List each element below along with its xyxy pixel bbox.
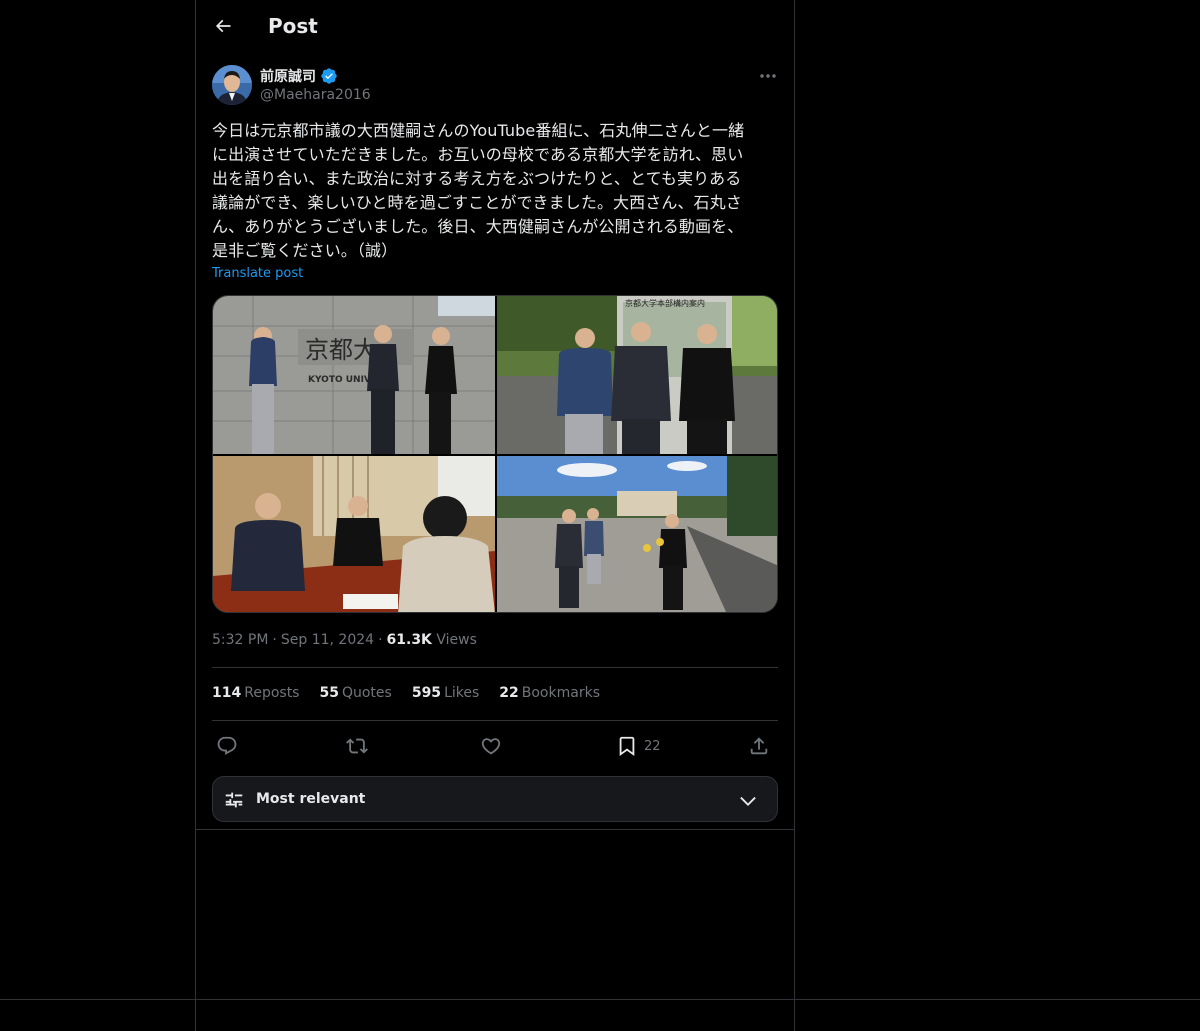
reposts-label: Reposts: [244, 685, 300, 701]
photo-3-image: [213, 456, 495, 612]
post-text-line: 出を語り合い、また政治に対する考え方をぶつけたりと、とても実りある: [212, 169, 742, 188]
more-icon: [760, 74, 776, 78]
share-icon: [750, 737, 768, 755]
translate-post-link[interactable]: Translate post: [212, 266, 303, 281]
post-time[interactable]: 5:32 PM: [212, 632, 268, 648]
column-divider: [196, 829, 794, 830]
sort-label: Most relevant: [256, 791, 366, 807]
reply-button[interactable]: [216, 733, 238, 759]
engagement-stats: 114 Reposts 55 Quotes 595 Likes 22 Bookmarks: [212, 685, 620, 701]
photo-4-image: [497, 456, 777, 612]
photo-1-image: 京都大 KYOTO UNIV: [213, 296, 495, 454]
quotes-count: 55: [319, 685, 339, 701]
photo-3[interactable]: [213, 456, 495, 612]
post-text-line: に出演させていただきました。お互いの母校である京都大学を訪れ、思い: [212, 145, 744, 164]
divider: [212, 720, 778, 721]
meta-separator: ·: [378, 632, 383, 648]
likes-label: Likes: [444, 685, 480, 701]
heart-icon: [481, 738, 501, 755]
verified-badge-icon: [321, 68, 337, 84]
author-handle[interactable]: @Maehara2016: [260, 87, 371, 103]
photo-2[interactable]: 京都大学本部構内案内: [497, 296, 777, 454]
bookmarks-label: Bookmarks: [521, 685, 600, 701]
post-text-line: 今日は元京都市議の大西健嗣さんのYouTube番組に、石丸伸二さんと一緒: [212, 121, 745, 140]
post-date[interactable]: Sep 11, 2024: [281, 632, 374, 648]
views: 61.3K Views: [387, 632, 477, 648]
post-header: Post: [196, 0, 794, 54]
divider: [212, 667, 778, 668]
views-label: Views: [436, 632, 477, 648]
author-name[interactable]: 前原誠司: [260, 66, 338, 86]
sliders-icon: [225, 792, 243, 808]
photo-2-image: 京都大学本部構内案内: [497, 296, 777, 454]
like-button[interactable]: [480, 733, 502, 759]
post-text-line: ん、ありがとうございました。後日、大西健嗣さんが公開される動画を、: [212, 217, 744, 236]
photo-1[interactable]: 京都大 KYOTO UNIV: [213, 296, 495, 454]
likes-stat[interactable]: 595 Likes: [412, 685, 479, 701]
post-column: Post 前原誠司 @Maehara2016 今日は元京都市議の大西健嗣さんのY…: [195, 0, 795, 1031]
photo-1-sign: 京都大: [305, 336, 377, 364]
avatar-image: [212, 65, 252, 105]
photo-1-sign-en: KYOTO UNIV: [308, 375, 371, 385]
sort-replies-dropdown[interactable]: Most relevant: [212, 776, 778, 822]
quotes-stat[interactable]: 55 Quotes: [319, 685, 391, 701]
views-count: 61.3K: [386, 632, 432, 648]
chevron-down-icon: [740, 796, 756, 806]
post-meta: 5:32 PM · Sep 11, 2024 · 61.3K Views: [212, 632, 477, 648]
meta-separator: ·: [272, 632, 277, 648]
repost-icon: [346, 738, 368, 754]
action-bar: 22: [212, 733, 778, 759]
quotes-label: Quotes: [341, 685, 392, 701]
post-text: 今日は元京都市議の大西健嗣さんのYouTube番組に、石丸伸二さんと一緒 に出演…: [212, 119, 780, 263]
avatar[interactable]: [212, 65, 252, 105]
media-grid: 京都大 KYOTO UNIV 京都大学本部構内案内: [212, 295, 778, 613]
bookmarks-count: 22: [499, 685, 519, 701]
reposts-stat[interactable]: 114 Reposts: [212, 685, 299, 701]
reposts-count: 114: [212, 685, 242, 701]
photo-2-sign: 京都大学本部構内案内: [625, 298, 705, 308]
back-button[interactable]: [208, 11, 238, 41]
bookmark-count: 22: [644, 738, 661, 754]
bookmarks-stat[interactable]: 22 Bookmarks: [499, 685, 600, 701]
post-text-line: 議論ができ、楽しいひと時を過ごすことができました。大西さん、石丸さ: [212, 193, 742, 212]
post-text-line: 是非ご覧ください。（誠）: [212, 241, 398, 260]
more-options-button[interactable]: [756, 66, 780, 86]
likes-count: 595: [411, 685, 442, 701]
arrow-left-icon: [215, 19, 231, 33]
reply-icon: [217, 736, 237, 755]
author-display-name: 前原誠司: [260, 69, 316, 85]
share-button[interactable]: [748, 733, 770, 759]
page-title: Post: [268, 14, 318, 38]
bookmark-icon: [619, 736, 635, 757]
bookmark-button[interactable]: 22: [616, 733, 661, 759]
repost-button[interactable]: [346, 733, 368, 759]
photo-4[interactable]: [497, 456, 777, 612]
